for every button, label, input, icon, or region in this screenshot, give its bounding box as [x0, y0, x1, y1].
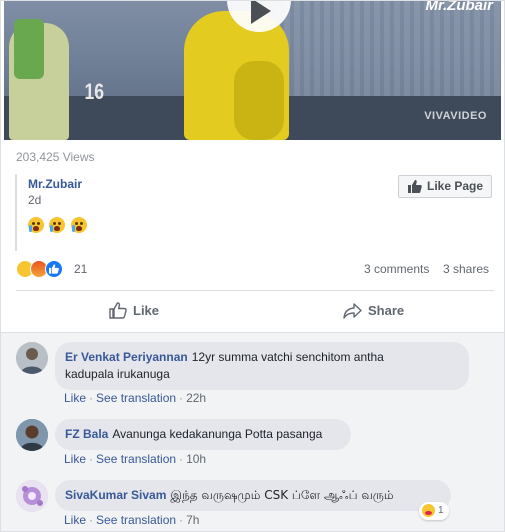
- see-translation-link[interactable]: See translation: [96, 513, 176, 527]
- avatar[interactable]: [16, 419, 48, 451]
- shares-count-link[interactable]: 3 shares: [443, 262, 489, 276]
- avatar[interactable]: [16, 342, 48, 374]
- comments-section: Er Venkat Periyannan 12yr summa vatchi se…: [1, 332, 504, 531]
- comment-author[interactable]: Er Venkat Periyannan: [65, 350, 188, 364]
- separator-dot: ·: [89, 452, 94, 466]
- separator-dot: ·: [89, 391, 94, 405]
- see-translation-link[interactable]: See translation: [96, 452, 176, 466]
- user-photo-icon: [16, 419, 48, 451]
- comment-like-link[interactable]: Like: [64, 513, 86, 527]
- video-frame-fence: [274, 1, 501, 96]
- comment-like-link[interactable]: Like: [64, 391, 86, 405]
- comment-meta: Like · See translation · 10h: [64, 452, 206, 466]
- view-count: 203,425 Views: [16, 150, 95, 164]
- share-arrow-icon: [343, 302, 362, 319]
- comment-time[interactable]: 10h: [186, 452, 206, 466]
- comment-meta: Like · See translation · 7h: [64, 513, 199, 527]
- comment-text-continued: kadupala irukanuga: [65, 367, 170, 381]
- reaction-count[interactable]: 21: [74, 262, 87, 276]
- separator-dot: ·: [179, 391, 184, 405]
- like-action-label: Like: [133, 303, 160, 319]
- thumbs-up-outline-icon: [109, 302, 127, 319]
- comment-text: இந்த வருஷமும் CSK ப்ளே ஆஃப் வரும்: [170, 488, 394, 502]
- post-author[interactable]: Mr.Zubair: [28, 177, 82, 191]
- comment-like-link[interactable]: Like: [64, 452, 86, 466]
- comment-bubble: FZ Bala Avanunga kedakanunga Potta pasang…: [55, 419, 351, 450]
- user-photo-icon: [16, 342, 48, 374]
- crying-face-icon: [70, 217, 87, 233]
- like-reaction-icon[interactable]: [45, 260, 63, 278]
- video-app-watermark: VIVAVIDEO: [424, 110, 487, 122]
- comment-reaction-badge[interactable]: 1: [419, 502, 449, 520]
- post-emojis: [28, 217, 89, 235]
- share-action-button[interactable]: Share: [343, 302, 404, 322]
- video-wall-number: 16: [84, 79, 105, 104]
- comment-time[interactable]: 7h: [186, 513, 199, 527]
- quote-bar: [15, 174, 17, 251]
- comment-bubble: SivaKumar Sivam இந்த வருஷமும் CSK ப்ளே ஆஃ…: [55, 480, 451, 511]
- avatar[interactable]: [16, 480, 48, 512]
- video-player[interactable]: 16 Mr.Zubair VIVAVIDEO: [4, 1, 501, 140]
- flower-photo-icon: [16, 480, 48, 512]
- like-page-button[interactable]: Like Page: [398, 175, 492, 198]
- separator-dot: ·: [179, 513, 184, 527]
- thumbs-up-icon: [408, 180, 422, 193]
- comment-author[interactable]: FZ Bala: [65, 427, 108, 441]
- crying-face-icon: [28, 217, 44, 233]
- video-frame-person-left-shirt: [14, 19, 44, 79]
- comment-time[interactable]: 22h: [186, 391, 206, 405]
- comment-bubble: Er Venkat Periyannan 12yr summa vatchi se…: [55, 342, 469, 390]
- comment-meta: Like · See translation · 22h: [64, 391, 206, 405]
- share-action-label: Share: [368, 303, 405, 319]
- separator-dot: ·: [179, 452, 184, 466]
- comment-author[interactable]: SivaKumar Sivam: [65, 488, 166, 502]
- comments-count-link[interactable]: 3 comments: [364, 262, 429, 276]
- crying-face-icon: [49, 217, 66, 233]
- like-page-label: Like Page: [427, 179, 484, 193]
- like-action-button[interactable]: Like: [109, 302, 159, 322]
- comment-text: 12yr summa vatchi senchitom antha: [191, 350, 384, 364]
- video-brand-watermark: Mr.Zubair: [425, 1, 493, 14]
- play-icon: [251, 1, 271, 24]
- comment-reaction-count: 1: [438, 505, 444, 516]
- separator-dot: ·: [89, 513, 94, 527]
- reactions-summary: 21 3 comments 3 shares: [16, 259, 494, 279]
- haha-reaction-icon: [422, 503, 435, 517]
- facebook-post: 16 Mr.Zubair VIVAVIDEO 203,425 Views Mr.…: [0, 0, 505, 532]
- see-translation-link[interactable]: See translation: [96, 391, 176, 405]
- video-frame-person-yellow-arm: [234, 61, 284, 140]
- thumbs-up-icon: [49, 264, 59, 274]
- comment-text: Avanunga kedakanunga Potta pasanga: [112, 427, 323, 441]
- post-time[interactable]: 2d: [28, 193, 41, 207]
- divider: [16, 290, 494, 291]
